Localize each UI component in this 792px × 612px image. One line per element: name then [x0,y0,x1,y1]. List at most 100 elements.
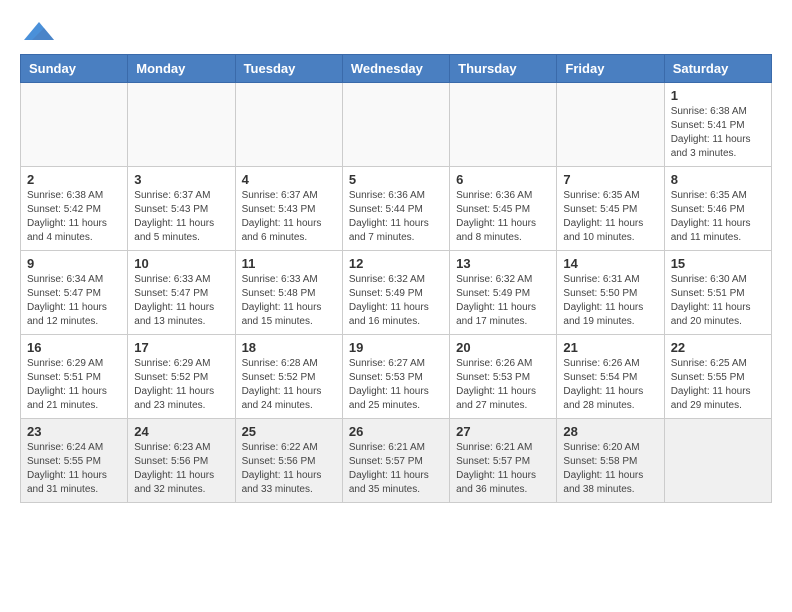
week-row-3: 9 Sunrise: 6:34 AM Sunset: 5:47 PM Daylig… [21,251,772,335]
day-info: Sunrise: 6:22 AM Sunset: 5:56 PM Dayligh… [242,441,336,497]
week-row-5: 23 Sunrise: 6:24 AM Sunset: 5:55 PM Dayli… [21,419,772,503]
day-cell: 16 Sunrise: 6:29 AM Sunset: 5:51 PM Dayli… [21,335,128,419]
day-cell: 10Sunrise: 6:33 AM Sunset: 5:47 PM Dayli… [128,251,235,335]
day-cell: 21 Sunrise: 6:26 AM Sunset: 5:54 PM Dayli… [557,335,664,419]
day-info: Sunrise: 6:33 AM Sunset: 5:47 PM Dayligh… [134,273,228,329]
day-cell: 8 Sunrise: 6:35 AM Sunset: 5:46 PM Daylig… [664,167,771,251]
day-cell: 22 Sunrise: 6:25 AM Sunset: 5:55 PM Dayli… [664,335,771,419]
day-number: 9 [27,256,121,271]
day-cell: 9 Sunrise: 6:34 AM Sunset: 5:47 PM Daylig… [21,251,128,335]
day-info: Sunrise: 6:35 AM Sunset: 5:46 PM Dayligh… [671,189,765,245]
day-info: Sunrise: 6:37 AM Sunset: 5:43 PM Dayligh… [134,189,228,245]
weekday-header-sunday: Sunday [21,55,128,83]
week-row-2: 2 Sunrise: 6:38 AM Sunset: 5:42 PM Daylig… [21,167,772,251]
day-cell: 27 Sunrise: 6:21 AM Sunset: 5:57 PM Dayli… [450,419,557,503]
day-number: 4 [242,172,336,187]
day-cell: 25 Sunrise: 6:22 AM Sunset: 5:56 PM Dayli… [235,419,342,503]
day-info: Sunrise: 6:29 AM Sunset: 5:52 PM Dayligh… [134,357,228,413]
day-cell: 28 Sunrise: 6:20 AM Sunset: 5:58 PM Dayli… [557,419,664,503]
day-number: 13 [456,256,550,271]
day-info: Sunrise: 6:32 AM Sunset: 5:49 PM Dayligh… [349,273,443,329]
day-info: Sunrise: 6:37 AM Sunset: 5:43 PM Dayligh… [242,189,336,245]
day-number: 17 [134,340,228,355]
day-number: 19 [349,340,443,355]
day-info: Sunrise: 6:27 AM Sunset: 5:53 PM Dayligh… [349,357,443,413]
day-number: 21 [563,340,657,355]
week-row-1: 1 Sunrise: 6:38 AM Sunset: 5:41 PM Daylig… [21,83,772,167]
day-info: Sunrise: 6:21 AM Sunset: 5:57 PM Dayligh… [349,441,443,497]
day-info: Sunrise: 6:32 AM Sunset: 5:49 PM Dayligh… [456,273,550,329]
day-number: 27 [456,424,550,439]
day-number: 23 [27,424,121,439]
day-info: Sunrise: 6:36 AM Sunset: 5:44 PM Dayligh… [349,189,443,245]
day-number: 8 [671,172,765,187]
weekday-header-saturday: Saturday [664,55,771,83]
day-info: Sunrise: 6:34 AM Sunset: 5:47 PM Dayligh… [27,273,121,329]
day-cell: 3 Sunrise: 6:37 AM Sunset: 5:43 PM Daylig… [128,167,235,251]
day-cell: 26 Sunrise: 6:21 AM Sunset: 5:57 PM Dayli… [342,419,449,503]
weekday-header-row: SundayMondayTuesdayWednesdayThursdayFrid… [21,55,772,83]
day-cell [664,419,771,503]
weekday-header-thursday: Thursday [450,55,557,83]
logo [20,20,54,44]
day-number: 18 [242,340,336,355]
day-info: Sunrise: 6:25 AM Sunset: 5:55 PM Dayligh… [671,357,765,413]
day-cell: 5 Sunrise: 6:36 AM Sunset: 5:44 PM Daylig… [342,167,449,251]
day-cell: 7 Sunrise: 6:35 AM Sunset: 5:45 PM Daylig… [557,167,664,251]
day-info: Sunrise: 6:38 AM Sunset: 5:41 PM Dayligh… [671,105,765,161]
day-number: 6 [456,172,550,187]
day-number: 2 [27,172,121,187]
day-cell [450,83,557,167]
day-info: Sunrise: 6:26 AM Sunset: 5:54 PM Dayligh… [563,357,657,413]
day-number: 22 [671,340,765,355]
day-number: 26 [349,424,443,439]
day-info: Sunrise: 6:35 AM Sunset: 5:45 PM Dayligh… [563,189,657,245]
day-info: Sunrise: 6:29 AM Sunset: 5:51 PM Dayligh… [27,357,121,413]
day-number: 5 [349,172,443,187]
day-cell: 13 Sunrise: 6:32 AM Sunset: 5:49 PM Dayli… [450,251,557,335]
day-info: Sunrise: 6:38 AM Sunset: 5:42 PM Dayligh… [27,189,121,245]
day-cell: 15 Sunrise: 6:30 AM Sunset: 5:51 PM Dayli… [664,251,771,335]
day-number: 16 [27,340,121,355]
week-row-4: 16 Sunrise: 6:29 AM Sunset: 5:51 PM Dayli… [21,335,772,419]
day-info: Sunrise: 6:36 AM Sunset: 5:45 PM Dayligh… [456,189,550,245]
day-number: 11 [242,256,336,271]
day-number: 24 [134,424,228,439]
day-cell: 12Sunrise: 6:32 AM Sunset: 5:49 PM Dayli… [342,251,449,335]
day-info: Sunrise: 6:26 AM Sunset: 5:53 PM Dayligh… [456,357,550,413]
day-cell [342,83,449,167]
day-number: 3 [134,172,228,187]
day-info: Sunrise: 6:24 AM Sunset: 5:55 PM Dayligh… [27,441,121,497]
day-cell: 24 Sunrise: 6:23 AM Sunset: 5:56 PM Dayli… [128,419,235,503]
day-cell: 6 Sunrise: 6:36 AM Sunset: 5:45 PM Daylig… [450,167,557,251]
day-cell: 20 Sunrise: 6:26 AM Sunset: 5:53 PM Dayli… [450,335,557,419]
day-info: Sunrise: 6:30 AM Sunset: 5:51 PM Dayligh… [671,273,765,329]
day-cell [557,83,664,167]
day-number: 28 [563,424,657,439]
day-info: Sunrise: 6:31 AM Sunset: 5:50 PM Dayligh… [563,273,657,329]
logo-icon [24,20,54,44]
header [20,20,772,44]
day-cell [21,83,128,167]
day-cell [235,83,342,167]
day-number: 1 [671,88,765,103]
calendar: SundayMondayTuesdayWednesdayThursdayFrid… [20,54,772,503]
day-cell: 19 Sunrise: 6:27 AM Sunset: 5:53 PM Dayli… [342,335,449,419]
day-cell: 23 Sunrise: 6:24 AM Sunset: 5:55 PM Dayli… [21,419,128,503]
weekday-header-tuesday: Tuesday [235,55,342,83]
day-cell: 2 Sunrise: 6:38 AM Sunset: 5:42 PM Daylig… [21,167,128,251]
day-cell: 4 Sunrise: 6:37 AM Sunset: 5:43 PM Daylig… [235,167,342,251]
day-cell: 1 Sunrise: 6:38 AM Sunset: 5:41 PM Daylig… [664,83,771,167]
weekday-header-friday: Friday [557,55,664,83]
day-number: 15 [671,256,765,271]
day-info: Sunrise: 6:20 AM Sunset: 5:58 PM Dayligh… [563,441,657,497]
weekday-header-wednesday: Wednesday [342,55,449,83]
day-info: Sunrise: 6:33 AM Sunset: 5:48 PM Dayligh… [242,273,336,329]
day-number: 20 [456,340,550,355]
weekday-header-monday: Monday [128,55,235,83]
day-number: 7 [563,172,657,187]
day-info: Sunrise: 6:21 AM Sunset: 5:57 PM Dayligh… [456,441,550,497]
day-cell: 14Sunrise: 6:31 AM Sunset: 5:50 PM Dayli… [557,251,664,335]
day-info: Sunrise: 6:23 AM Sunset: 5:56 PM Dayligh… [134,441,228,497]
day-number: 25 [242,424,336,439]
